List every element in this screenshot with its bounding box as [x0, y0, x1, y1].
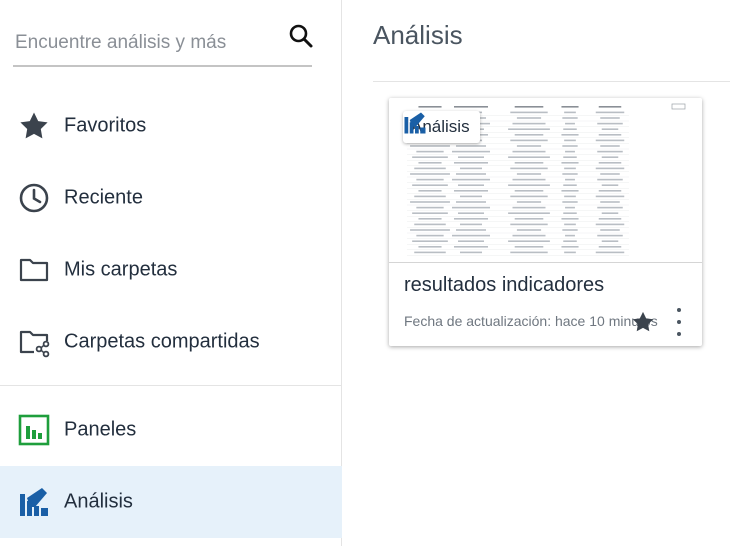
analysis-badge: Análisis — [403, 111, 480, 143]
analysis-thumbnail: Análisis — [389, 98, 702, 263]
search-icon[interactable] — [288, 23, 314, 49]
more-options-icon[interactable] — [673, 308, 685, 336]
star-icon — [18, 110, 50, 142]
title-divider — [373, 81, 730, 82]
sidebar-item-label: Análisis — [64, 490, 133, 513]
sidebar-item-label: Carpetas compartidas — [64, 330, 260, 353]
sidebar-item-carpetas-compartidas[interactable]: Carpetas compartidas — [0, 306, 342, 378]
sidebar-item-label: Reciente — [64, 186, 143, 209]
dashboard-icon — [18, 414, 50, 446]
sidebar-item-label: Paneles — [64, 418, 137, 441]
sidebar-divider — [0, 385, 342, 386]
clock-icon — [18, 182, 50, 214]
sidebar-item-analisis[interactable]: Análisis — [0, 466, 342, 538]
search-input[interactable] — [15, 28, 265, 58]
sidebar-item-paneles[interactable]: Paneles — [0, 394, 342, 466]
sidebar-item-label: Favoritos — [64, 114, 147, 137]
analysis-updated: Fecha de actualización: hace 10 minutos — [404, 313, 658, 329]
sidebar: Favoritos Reciente Mis carpetas Carpetas… — [0, 0, 342, 546]
analysis-name: resultados indicadores — [404, 274, 605, 296]
sidebar-item-favoritos[interactable]: Favoritos — [0, 90, 342, 162]
search-box — [13, 20, 314, 67]
sidebar-item-reciente[interactable]: Reciente — [0, 162, 342, 234]
page-title: Análisis — [373, 20, 463, 50]
analysis-card[interactable]: Análisis resultados indicadores Fecha de… — [389, 98, 702, 346]
favorite-star-icon[interactable] — [631, 310, 655, 334]
folder-icon — [18, 254, 50, 286]
analysis-icon — [18, 486, 50, 518]
analysis-icon — [404, 112, 426, 134]
sidebar-item-label: Mis carpetas — [64, 258, 178, 281]
sidebar-item-mis-carpetas[interactable]: Mis carpetas — [0, 234, 342, 306]
shared-folder-icon — [18, 326, 50, 358]
